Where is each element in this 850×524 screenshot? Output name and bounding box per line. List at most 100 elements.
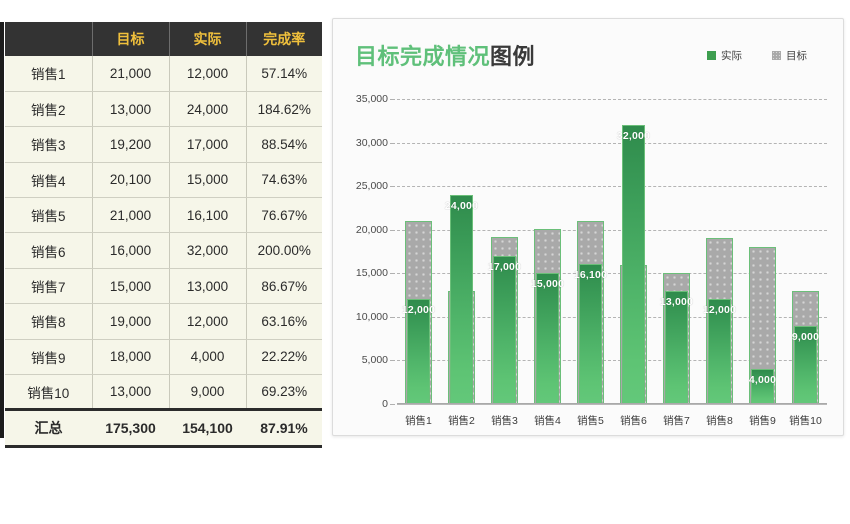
y-axis-tick-mark <box>390 404 395 405</box>
table-body: 销售1 21,000 12,000 57.14% 销售2 13,000 24,000 184.… <box>5 56 322 410</box>
y-axis-tick-label: 35,000 <box>355 93 388 105</box>
bar-group[interactable]: 32,000 销售6 <box>617 99 650 427</box>
legend-item-actual[interactable]: 实际 <box>707 48 742 63</box>
bar-actual[interactable]: 32,000 <box>617 125 650 404</box>
screenshot-root: 目标 实际 完成率 销售1 21,000 12,000 57.14% 销售2 13,000… <box>0 0 850 524</box>
chart-title: 目标完成情况图例 <box>355 39 535 71</box>
x-axis-tick-label: 销售8 <box>706 415 733 427</box>
bar-group[interactable]: 15,000 销售4 <box>531 99 564 427</box>
row-target: 20,100 <box>91 162 169 199</box>
bar-group[interactable]: 12,000 销售8 <box>703 99 736 427</box>
row-target: 19,000 <box>91 303 169 340</box>
table-row: 销售2 13,000 24,000 184.62% <box>5 91 322 128</box>
row-target: 15,000 <box>91 268 169 305</box>
row-rate: 74.63% <box>245 162 322 199</box>
bar-group[interactable]: 16,100 销售5 <box>574 99 607 427</box>
bar-group[interactable]: 13,000 销售7 <box>660 99 693 427</box>
chart-panel: 目标完成情况图例 实际 目标 0 5,000 10,000 15,000 20,000 2… <box>332 18 844 436</box>
table-row: 销售7 15,000 13,000 86.67% <box>5 268 322 305</box>
row-rate: 63.16% <box>245 303 322 340</box>
row-target: 19,200 <box>91 126 169 163</box>
bar-group[interactable]: 9,000 销售10 <box>789 99 822 427</box>
bar-data-label: 15,000 <box>530 278 565 291</box>
row-rate: 184.62% <box>245 91 322 128</box>
bar-group[interactable]: 24,000 销售2 <box>445 99 478 427</box>
total-target: 175,300 <box>92 408 169 449</box>
data-table-panel: 目标 实际 完成率 销售1 21,000 12,000 57.14% 销售2 13,000… <box>0 0 322 460</box>
table-row: 销售1 21,000 12,000 57.14% <box>5 56 322 92</box>
table-row: 销售10 13,000 9,000 69.23% <box>5 374 322 410</box>
x-axis-tick-label: 销售10 <box>789 415 822 427</box>
bar-actual[interactable]: 12,000 <box>703 299 736 404</box>
y-axis-tick-label: 20,000 <box>355 223 388 236</box>
x-axis-line <box>397 403 827 404</box>
row-name: 销售2 <box>5 91 92 128</box>
bar-actual[interactable]: 12,000 <box>402 299 435 404</box>
legend-item-target[interactable]: 目标 <box>772 48 807 63</box>
bar-actual[interactable]: 9,000 <box>791 325 820 404</box>
row-actual: 15,000 <box>168 162 246 199</box>
total-label: 汇总 <box>5 408 92 449</box>
table-row: 销售5 21,000 16,100 76.67% <box>5 197 322 234</box>
row-rate: 57.14% <box>245 56 322 92</box>
row-actual: 9,000 <box>168 374 246 410</box>
x-axis-tick-label: 销售5 <box>577 415 604 427</box>
chart-plot-inner: 0 5,000 10,000 15,000 20,000 25,000 30,000 35,0… <box>356 93 827 427</box>
x-axis-tick-label: 销售2 <box>448 415 475 427</box>
bar-group[interactable]: 17,000 销售3 <box>488 99 521 427</box>
table-header-cell-blank <box>5 22 92 56</box>
bar-actual[interactable]: 4,000 <box>748 369 777 404</box>
bar-group[interactable]: 4,000 销售9 <box>748 99 777 427</box>
y-axis-tick-mark <box>390 273 395 275</box>
legend-swatch-actual-icon <box>707 51 716 60</box>
y-axis-tick-mark <box>390 186 395 188</box>
x-axis-tick-label: 销售9 <box>749 415 776 427</box>
row-target: 21,000 <box>91 197 169 234</box>
row-name: 销售9 <box>5 339 92 376</box>
row-target: 16,000 <box>91 232 169 269</box>
bar-actual[interactable]: 15,000 <box>531 273 564 404</box>
y-axis-tick-label: 5,000 <box>361 354 388 367</box>
row-name: 销售7 <box>5 268 92 305</box>
row-rate: 22.22% <box>245 339 322 376</box>
table-header: 目标 实际 完成率 <box>5 22 322 56</box>
bar-actual[interactable]: 17,000 <box>488 255 521 404</box>
row-actual: 4,000 <box>168 339 246 376</box>
bar-data-label: 9,000 <box>791 330 820 343</box>
table-header-cell-rate: 完成率 <box>245 22 322 56</box>
y-axis-tick-mark <box>390 99 395 100</box>
row-actual: 16,100 <box>168 197 246 234</box>
bar-actual[interactable]: 13,000 <box>660 290 693 404</box>
gridline <box>397 404 827 405</box>
row-name: 销售5 <box>5 197 92 234</box>
chart-legend: 实际 目标 <box>707 48 807 63</box>
row-name: 销售3 <box>5 126 92 163</box>
bar-actual[interactable]: 16,100 <box>574 263 607 404</box>
table-row: 销售6 16,000 32,000 200.00% <box>5 232 322 269</box>
y-axis-tick-mark <box>390 316 395 318</box>
row-target: 21,000 <box>91 56 169 92</box>
row-target: 13,000 <box>91 91 169 128</box>
y-axis-tick-mark <box>390 360 395 362</box>
bar-data-label: 17,000 <box>487 260 522 273</box>
bar-group[interactable]: 12,000 销售1 <box>402 99 435 427</box>
y-axis-tick-label: 0 <box>382 398 388 410</box>
x-axis-tick-label: 销售6 <box>620 415 647 427</box>
y-axis-tick-label: 15,000 <box>355 267 388 280</box>
bar-data-label: 4,000 <box>748 374 777 387</box>
x-axis-tick-label: 销售4 <box>534 415 561 427</box>
bar-actual[interactable]: 24,000 <box>445 194 478 404</box>
x-axis-tick-label: 销售7 <box>663 415 690 427</box>
bar-data-label: 12,000 <box>702 304 737 317</box>
table-row: 销售4 20,100 15,000 74.63% <box>5 162 322 199</box>
row-actual: 12,000 <box>168 56 246 92</box>
table-header-cell-actual: 实际 <box>168 22 246 56</box>
row-rate: 69.23% <box>245 374 322 410</box>
x-axis-tick-label: 销售1 <box>405 415 432 427</box>
y-axis-tick-label: 10,000 <box>355 310 388 323</box>
bar-data-label: 12,000 <box>401 304 436 317</box>
row-rate: 76.67% <box>245 197 322 234</box>
legend-swatch-target-icon <box>772 51 781 60</box>
row-rate: 86.67% <box>245 268 322 305</box>
table-left-edge-shadow <box>0 22 4 438</box>
